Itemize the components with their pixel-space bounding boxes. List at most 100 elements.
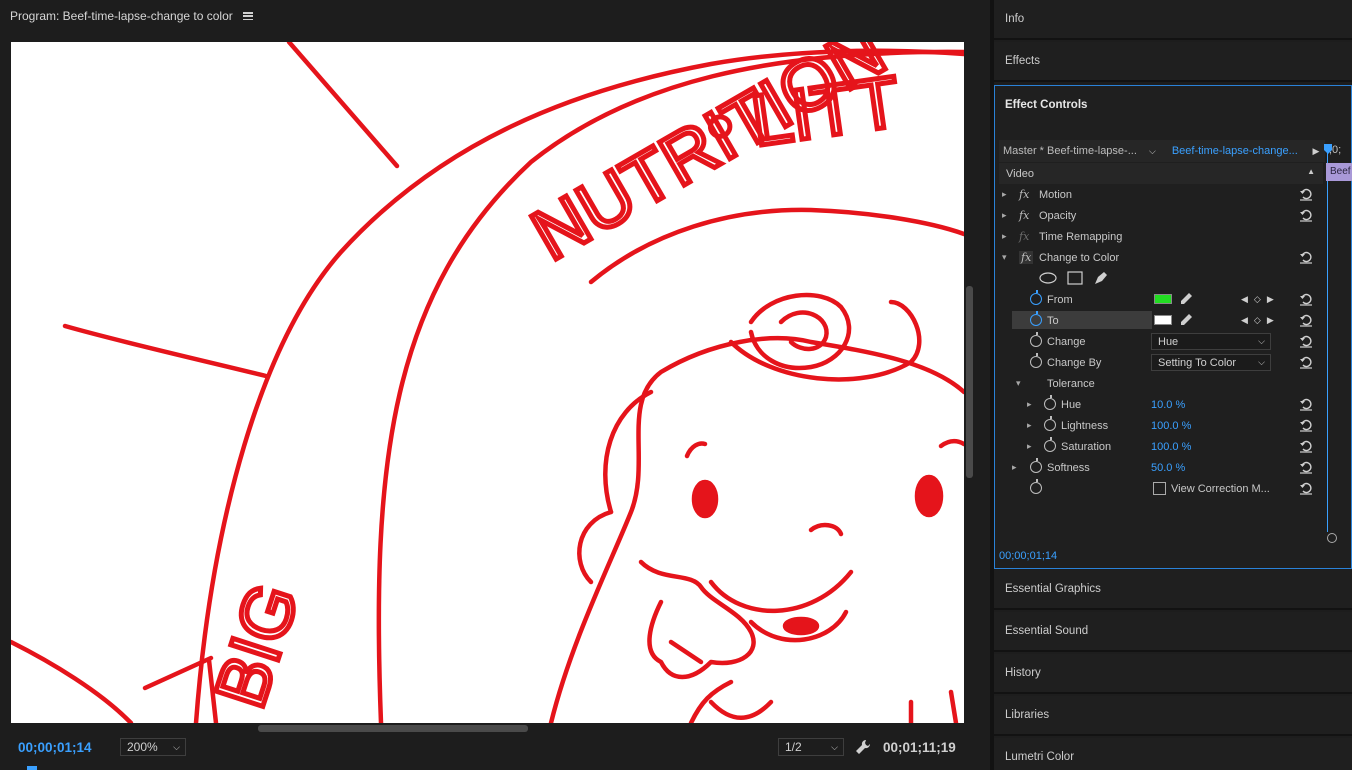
play-triangle-icon[interactable]: ▶: [1307, 146, 1325, 157]
stopwatch-icon[interactable]: [1030, 311, 1042, 326]
change-dropdown-value: Hue: [1158, 336, 1179, 348]
tab-essential-graphics-label: Essential Graphics: [1005, 583, 1101, 595]
eyedropper-icon[interactable]: [1179, 313, 1193, 327]
zoom-level-select[interactable]: 200% ⌵: [120, 738, 186, 756]
change-by-dropdown[interactable]: Setting To Color ⌵: [1151, 354, 1271, 371]
collapse-up-icon[interactable]: ▲: [1307, 167, 1315, 176]
tab-history[interactable]: History: [994, 654, 1352, 694]
effect-controls-title[interactable]: Effect Controls: [1005, 99, 1087, 111]
fx-icon[interactable]: fx: [1019, 209, 1029, 222]
tab-effects[interactable]: Effects: [994, 42, 1352, 82]
chevron-down-icon: ⌵: [1258, 357, 1265, 367]
add-keyframe-icon[interactable]: ◇: [1254, 315, 1261, 326]
param-from: From ◀ ◇ ▶: [999, 289, 1323, 310]
duration-timecode: 00;01;11;19: [883, 740, 956, 755]
stopwatch-icon[interactable]: [1030, 458, 1042, 473]
reset-icon[interactable]: [1299, 313, 1313, 327]
stopwatch-icon[interactable]: [1044, 395, 1056, 410]
to-color-swatch[interactable]: [1154, 315, 1172, 325]
reset-icon[interactable]: [1299, 460, 1313, 474]
reset-icon[interactable]: [1299, 397, 1313, 411]
next-keyframe-icon[interactable]: ▶: [1267, 315, 1274, 326]
video-frame[interactable]: NUTRITION • LITT BIG: [11, 42, 964, 723]
change-dropdown[interactable]: Hue ⌵: [1151, 333, 1271, 350]
eyedropper-icon[interactable]: [1179, 292, 1193, 306]
prev-keyframe-icon[interactable]: ◀: [1241, 315, 1248, 326]
program-footer: 00;00;01;14 200% ⌵ 1/2 ⌵ 00;01;11;19: [0, 738, 990, 760]
param-lightness: ▸ Lightness 100.0 %: [999, 415, 1323, 436]
tab-libraries-label: Libraries: [1005, 709, 1050, 721]
timeline-clip-bar[interactable]: Beef: [1326, 163, 1352, 181]
rectangle-mask-icon[interactable]: [1067, 271, 1083, 285]
tab-essential-graphics[interactable]: Essential Graphics: [994, 570, 1352, 610]
reset-icon[interactable]: [1299, 250, 1313, 264]
playhead-timecode[interactable]: 00;00;01;14: [18, 740, 92, 755]
program-monitor: Program: Beef-time-lapse-change to color: [0, 0, 990, 770]
tab-essential-sound[interactable]: Essential Sound: [994, 612, 1352, 652]
prev-keyframe-icon[interactable]: ◀: [1241, 294, 1248, 305]
param-change-by: Change By Setting To Color ⌵: [999, 352, 1323, 373]
reset-icon[interactable]: [1299, 334, 1313, 348]
viewer-vertical-scrollbar[interactable]: [966, 286, 973, 478]
tab-info[interactable]: Info: [994, 0, 1352, 40]
ellipse-mask-icon[interactable]: [1039, 272, 1057, 284]
effect-controls-panel: Effect Controls Master * Beef-time-lapse…: [994, 85, 1352, 569]
reset-icon[interactable]: [1299, 187, 1313, 201]
expand-icon[interactable]: ▸: [1002, 210, 1007, 221]
effect-controls-timecode[interactable]: 00;00;01;14: [999, 550, 1057, 562]
panel-menu-icon[interactable]: [242, 12, 253, 20]
add-keyframe-icon[interactable]: ◇: [1254, 294, 1261, 305]
stopwatch-icon[interactable]: [1030, 290, 1042, 305]
param-lightness-label: Lightness: [1061, 419, 1109, 432]
pen-mask-icon[interactable]: [1093, 270, 1109, 286]
view-correction-checkbox[interactable]: [1153, 482, 1166, 495]
collapse-icon[interactable]: ▾: [1016, 378, 1021, 389]
reset-icon[interactable]: [1299, 481, 1313, 495]
fx-icon[interactable]: fx: [1019, 251, 1034, 264]
stopwatch-icon[interactable]: [1044, 416, 1056, 431]
effect-motion[interactable]: ▸ fx Motion: [999, 184, 1323, 205]
stopwatch-icon[interactable]: [1030, 353, 1042, 368]
playback-resolution-select[interactable]: 1/2 ⌵: [778, 738, 844, 756]
text-big: BIG: [200, 574, 314, 717]
wrench-icon[interactable]: [855, 739, 871, 755]
expand-icon[interactable]: ▸: [1012, 462, 1017, 473]
collapse-icon[interactable]: ▾: [1002, 252, 1007, 263]
tab-lumetri-color[interactable]: Lumetri Color: [994, 738, 1352, 770]
expand-icon[interactable]: ▸: [1027, 420, 1032, 431]
lightness-value[interactable]: 100.0 %: [1151, 420, 1191, 432]
from-color-swatch[interactable]: [1154, 294, 1172, 304]
tab-libraries[interactable]: Libraries: [994, 696, 1352, 736]
reset-icon[interactable]: [1299, 439, 1313, 453]
expand-icon[interactable]: ▸: [1027, 441, 1032, 452]
expand-icon[interactable]: ▸: [1002, 189, 1007, 200]
viewer-horizontal-scrollbar[interactable]: [258, 725, 528, 732]
playhead-indicator[interactable]: [27, 766, 37, 770]
reset-icon[interactable]: [1299, 355, 1313, 369]
stopwatch-icon[interactable]: [1030, 479, 1042, 494]
saturation-value[interactable]: 100.0 %: [1151, 441, 1191, 453]
reset-icon[interactable]: [1299, 208, 1313, 222]
reset-icon[interactable]: [1299, 418, 1313, 432]
reset-icon[interactable]: [1299, 292, 1313, 306]
zoom-level-value: 200%: [127, 740, 158, 754]
effect-change-to-color[interactable]: ▾ fx Change to Color: [999, 247, 1323, 268]
stopwatch-icon[interactable]: [1044, 437, 1056, 452]
param-to-label: To: [1047, 314, 1059, 327]
effect-time-remapping-label: Time Remapping: [1039, 230, 1123, 243]
chevron-down-icon[interactable]: ⌵: [1149, 146, 1156, 157]
sequence-clip-label[interactable]: Beef-time-lapse-change...: [1156, 145, 1307, 157]
fx-icon[interactable]: fx: [1019, 188, 1029, 201]
effect-time-remapping[interactable]: ▸ fx Time Remapping: [999, 226, 1323, 247]
expand-icon[interactable]: ▸: [1002, 231, 1007, 242]
hue-value[interactable]: 10.0 %: [1151, 399, 1185, 411]
next-keyframe-icon[interactable]: ▶: [1267, 294, 1274, 305]
effect-motion-label: Motion: [1039, 188, 1073, 201]
param-to: To ◀ ◇ ▶: [999, 310, 1323, 331]
effect-opacity[interactable]: ▸ fx Opacity: [999, 205, 1323, 226]
master-clip-label[interactable]: Master * Beef-time-lapse-...: [999, 145, 1149, 157]
stopwatch-icon[interactable]: [1030, 332, 1042, 347]
softness-value[interactable]: 50.0 %: [1151, 462, 1185, 474]
expand-icon[interactable]: ▸: [1027, 399, 1032, 410]
timeline-zoom-knob[interactable]: [1327, 533, 1337, 543]
